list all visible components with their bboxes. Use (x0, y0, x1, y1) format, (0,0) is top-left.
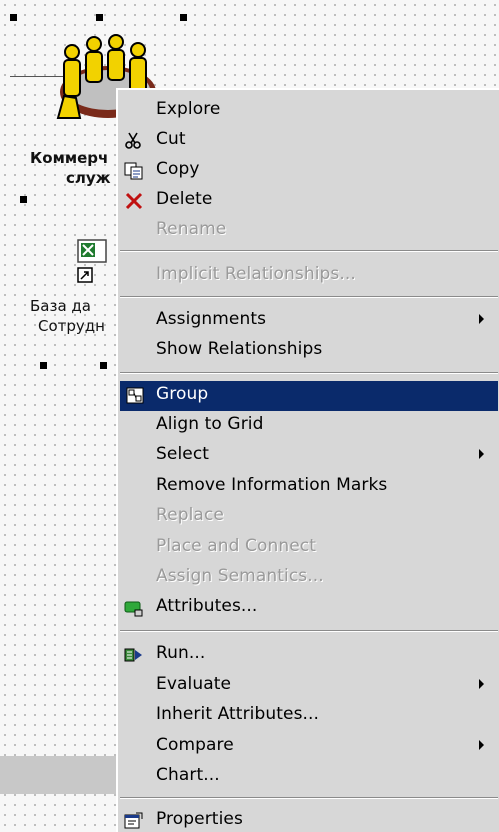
menu-item-label: Delete (156, 189, 213, 209)
menu-item-align-to-grid[interactable]: Align to Grid (118, 411, 498, 441)
menu-item-label: Assignments (156, 309, 267, 329)
run-icon (124, 648, 142, 662)
menu-item-delete[interactable]: Delete (118, 186, 498, 216)
submenu-arrow-icon (479, 449, 484, 459)
menu-item-show-relationships[interactable]: Show Relationships (118, 336, 498, 366)
menu-separator (120, 250, 498, 252)
group-label-line2: служ (66, 169, 111, 187)
menu-item-inherit-attributes[interactable]: Inherit Attributes... (118, 701, 498, 731)
menu-item-select[interactable]: Select (118, 441, 498, 471)
menu-separator (120, 797, 498, 799)
selection-handle[interactable] (100, 362, 107, 369)
menu-item-label: Evaluate (156, 674, 232, 694)
menu-item-cut[interactable]: Cut (118, 126, 498, 156)
menu-item-label: Show Relationships (156, 339, 323, 359)
excel-shortcut-icon[interactable] (72, 238, 112, 286)
menu-item-attributes[interactable]: Attributes... (118, 593, 498, 623)
selection-handle[interactable] (20, 196, 27, 203)
selection-handle[interactable] (180, 14, 187, 21)
menu-item-implicit-relationships[interactable]: Implicit Relationships... (118, 261, 498, 291)
menu-item-label: Properties (156, 809, 243, 829)
group-label-line1: Коммерч (30, 149, 109, 167)
menu-item-chart[interactable]: Chart... (118, 762, 498, 792)
menu-item-properties[interactable]: Properties (118, 806, 498, 832)
menu-item-label: Copy (156, 159, 200, 179)
menu-item-compare[interactable]: Compare (118, 732, 498, 762)
menu-item-run[interactable]: Run... (118, 640, 498, 670)
menu-item-label: Cut (156, 129, 186, 149)
menu-item-label: Chart... (156, 765, 220, 785)
menu-item-remove-information-marks[interactable]: Remove Information Marks (118, 472, 498, 502)
selection-handle[interactable] (40, 362, 47, 369)
menu-item-replace[interactable]: Replace (118, 502, 498, 532)
copy-icon (124, 162, 143, 180)
menu-item-rename[interactable]: Rename (118, 216, 498, 246)
attributes-icon (124, 601, 143, 617)
menu-item-label: Run... (156, 643, 206, 663)
menu-item-label: Remove Information Marks (156, 475, 388, 495)
group-icon (126, 387, 144, 404)
properties-icon (124, 812, 143, 829)
selection-handle[interactable] (10, 14, 17, 21)
selection-handle[interactable] (96, 14, 103, 21)
menu-item-group[interactable]: Group (120, 381, 498, 411)
submenu-arrow-icon (479, 314, 484, 324)
menu-separator (120, 372, 498, 374)
submenu-arrow-icon (479, 740, 484, 750)
menu-item-explore[interactable]: Explore (118, 96, 498, 126)
menu-item-label: Place and Connect (156, 536, 316, 556)
db-label-line2: Сотрудн (38, 317, 105, 335)
menu-item-label: Group (156, 384, 209, 404)
menu-item-label: Rename (156, 219, 227, 239)
menu-item-label: Inherit Attributes... (156, 704, 320, 724)
submenu-arrow-icon (479, 679, 484, 689)
delete-x-icon (125, 192, 143, 210)
menu-item-label: Select (156, 444, 210, 464)
menu-item-label: Assign Semantics... (156, 566, 324, 586)
menu-item-label: Align to Grid (156, 414, 264, 434)
scissors-icon (125, 132, 141, 149)
menu-item-place-and-connect[interactable]: Place and Connect (118, 533, 498, 563)
menu-item-label: Attributes... (156, 596, 258, 616)
menu-item-label: Replace (156, 505, 224, 525)
menu-item-copy[interactable]: Copy (118, 156, 498, 186)
menu-item-assignments[interactable]: Assignments (118, 306, 498, 336)
context-menu: Explore Cut Copy Delete Rename Implicit … (116, 88, 499, 832)
diagram-canvas[interactable]: Коммерч служ База да Сотрудн Explore Cut (0, 0, 499, 832)
menu-separator (120, 630, 498, 632)
menu-item-assign-semantics[interactable]: Assign Semantics... (118, 563, 498, 593)
menu-item-label: Compare (156, 735, 234, 755)
menu-item-label: Implicit Relationships... (156, 264, 356, 284)
menu-separator (120, 296, 498, 298)
menu-item-label: Explore (156, 99, 221, 119)
db-label-line1: База да (30, 297, 91, 315)
menu-item-evaluate[interactable]: Evaluate (118, 671, 498, 701)
